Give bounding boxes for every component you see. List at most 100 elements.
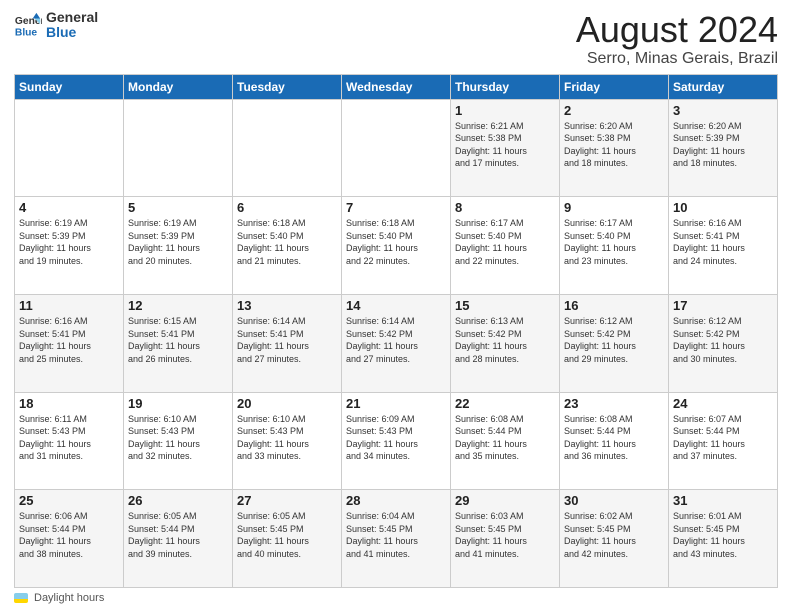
calendar-subtitle: Serro, Minas Gerais, Brazil — [576, 50, 778, 68]
calendar-cell: 25 Sunrise: 6:06 AM Sunset: 5:44 PM Dayli… — [15, 490, 124, 588]
day-info: Sunrise: 6:05 AM Sunset: 5:45 PM Dayligh… — [237, 510, 337, 560]
day-info: Sunrise: 6:02 AM Sunset: 5:45 PM Dayligh… — [564, 510, 664, 560]
day-number: 10 — [673, 200, 773, 215]
day-info: Sunrise: 6:01 AM Sunset: 5:45 PM Dayligh… — [673, 510, 773, 560]
calendar-cell: 5 Sunrise: 6:19 AM Sunset: 5:39 PM Daylig… — [124, 197, 233, 295]
day-info: Sunrise: 6:16 AM Sunset: 5:41 PM Dayligh… — [19, 315, 119, 365]
calendar-cell: 31Sunrise: 6:01 AM Sunset: 5:45 PM Dayli… — [669, 490, 778, 588]
calendar-cell: 14Sunrise: 6:14 AM Sunset: 5:42 PM Dayli… — [342, 294, 451, 392]
day-info: Sunrise: 6:08 AM Sunset: 5:44 PM Dayligh… — [564, 413, 664, 463]
day-info: Sunrise: 6:18 AM Sunset: 5:40 PM Dayligh… — [237, 217, 337, 267]
day-number: 29 — [455, 493, 555, 508]
calendar-cell: 7 Sunrise: 6:18 AM Sunset: 5:40 PM Daylig… — [342, 197, 451, 295]
day-info: Sunrise: 6:10 AM Sunset: 5:43 PM Dayligh… — [128, 413, 228, 463]
day-number: 13 — [237, 298, 337, 313]
day-number: 26 — [128, 493, 228, 508]
title-block: August 2024 Serro, Minas Gerais, Brazil — [576, 10, 778, 68]
calendar-cell — [15, 99, 124, 197]
day-number: 16 — [564, 298, 664, 313]
day-number: 11 — [19, 298, 119, 313]
calendar-cell: 13 Sunrise: 6:14 AM Sunset: 5:41 PM Dayli… — [233, 294, 342, 392]
calendar-table: SundayMondayTuesdayWednesdayThursdayFrid… — [14, 74, 778, 588]
day-info: Sunrise: 6:20 AM Sunset: 5:38 PM Dayligh… — [564, 120, 664, 170]
day-number: 27 — [237, 493, 337, 508]
page: General Blue General Blue August 2024 Se… — [0, 0, 792, 612]
day-info: Sunrise: 6:05 AM Sunset: 5:44 PM Dayligh… — [128, 510, 228, 560]
calendar-cell: 27 Sunrise: 6:05 AM Sunset: 5:45 PM Dayli… — [233, 490, 342, 588]
day-info: Sunrise: 6:09 AM Sunset: 5:43 PM Dayligh… — [346, 413, 446, 463]
day-number: 25 — [19, 493, 119, 508]
calendar-cell: 29 Sunrise: 6:03 AM Sunset: 5:45 PM Dayli… — [451, 490, 560, 588]
calendar-cell: 23 Sunrise: 6:08 AM Sunset: 5:44 PM Dayli… — [560, 392, 669, 490]
day-info: Sunrise: 6:07 AM Sunset: 5:44 PM Dayligh… — [673, 413, 773, 463]
day-number: 22 — [455, 396, 555, 411]
day-number: 12 — [128, 298, 228, 313]
logo-icon: General Blue — [14, 11, 42, 39]
calendar-cell: 9Sunrise: 6:17 AM Sunset: 5:40 PM Daylig… — [560, 197, 669, 295]
day-number: 6 — [237, 200, 337, 215]
day-number: 17 — [673, 298, 773, 313]
calendar-title: August 2024 — [576, 10, 778, 50]
day-number: 1 — [455, 103, 555, 118]
calendar-cell: 4 Sunrise: 6:19 AM Sunset: 5:39 PM Daylig… — [15, 197, 124, 295]
day-info: Sunrise: 6:20 AM Sunset: 5:39 PM Dayligh… — [673, 120, 773, 170]
calendar-cell: 28Sunrise: 6:04 AM Sunset: 5:45 PM Dayli… — [342, 490, 451, 588]
day-number: 4 — [19, 200, 119, 215]
day-info: Sunrise: 6:14 AM Sunset: 5:42 PM Dayligh… — [346, 315, 446, 365]
logo-text-general: General — [46, 10, 98, 25]
day-header-saturday: Saturday — [669, 74, 778, 99]
calendar-cell: 20Sunrise: 6:10 AM Sunset: 5:43 PM Dayli… — [233, 392, 342, 490]
daylight-icon — [14, 593, 28, 603]
day-number: 9 — [564, 200, 664, 215]
calendar-cell: 24 Sunrise: 6:07 AM Sunset: 5:44 PM Dayli… — [669, 392, 778, 490]
day-header-sunday: Sunday — [15, 74, 124, 99]
calendar-cell: 2 Sunrise: 6:20 AM Sunset: 5:38 PM Daylig… — [560, 99, 669, 197]
day-info: Sunrise: 6:21 AM Sunset: 5:38 PM Dayligh… — [455, 120, 555, 170]
calendar-cell: 10Sunrise: 6:16 AM Sunset: 5:41 PM Dayli… — [669, 197, 778, 295]
day-number: 2 — [564, 103, 664, 118]
day-info: Sunrise: 6:03 AM Sunset: 5:45 PM Dayligh… — [455, 510, 555, 560]
calendar-cell: 1 Sunrise: 6:21 AM Sunset: 5:38 PM Daylig… — [451, 99, 560, 197]
day-info: Sunrise: 6:12 AM Sunset: 5:42 PM Dayligh… — [673, 315, 773, 365]
calendar-cell — [233, 99, 342, 197]
day-info: Sunrise: 6:13 AM Sunset: 5:42 PM Dayligh… — [455, 315, 555, 365]
calendar-cell: 3 Sunrise: 6:20 AM Sunset: 5:39 PM Daylig… — [669, 99, 778, 197]
day-header-tuesday: Tuesday — [233, 74, 342, 99]
calendar-cell: 15Sunrise: 6:13 AM Sunset: 5:42 PM Dayli… — [451, 294, 560, 392]
logo: General Blue General Blue — [14, 10, 98, 41]
calendar-header-row: SundayMondayTuesdayWednesdayThursdayFrid… — [15, 74, 778, 99]
day-number: 18 — [19, 396, 119, 411]
day-info: Sunrise: 6:14 AM Sunset: 5:41 PM Dayligh… — [237, 315, 337, 365]
day-number: 21 — [346, 396, 446, 411]
calendar-cell: 12 Sunrise: 6:15 AM Sunset: 5:41 PM Dayli… — [124, 294, 233, 392]
footer: Daylight hours — [14, 592, 778, 604]
day-info: Sunrise: 6:11 AM Sunset: 5:43 PM Dayligh… — [19, 413, 119, 463]
day-info: Sunrise: 6:18 AM Sunset: 5:40 PM Dayligh… — [346, 217, 446, 267]
calendar-cell: 16Sunrise: 6:12 AM Sunset: 5:42 PM Dayli… — [560, 294, 669, 392]
calendar-cell: 17 Sunrise: 6:12 AM Sunset: 5:42 PM Dayli… — [669, 294, 778, 392]
day-info: Sunrise: 6:08 AM Sunset: 5:44 PM Dayligh… — [455, 413, 555, 463]
day-info: Sunrise: 6:10 AM Sunset: 5:43 PM Dayligh… — [237, 413, 337, 463]
day-header-wednesday: Wednesday — [342, 74, 451, 99]
footer-label: Daylight hours — [34, 592, 104, 604]
calendar-cell — [342, 99, 451, 197]
day-info: Sunrise: 6:15 AM Sunset: 5:41 PM Dayligh… — [128, 315, 228, 365]
day-number: 3 — [673, 103, 773, 118]
day-info: Sunrise: 6:04 AM Sunset: 5:45 PM Dayligh… — [346, 510, 446, 560]
calendar-cell: 30Sunrise: 6:02 AM Sunset: 5:45 PM Dayli… — [560, 490, 669, 588]
logo-text-blue: Blue — [46, 25, 98, 40]
svg-text:Blue: Blue — [15, 28, 38, 39]
day-number: 19 — [128, 396, 228, 411]
day-info: Sunrise: 6:19 AM Sunset: 5:39 PM Dayligh… — [19, 217, 119, 267]
day-header-friday: Friday — [560, 74, 669, 99]
day-info: Sunrise: 6:19 AM Sunset: 5:39 PM Dayligh… — [128, 217, 228, 267]
day-header-monday: Monday — [124, 74, 233, 99]
calendar-week-row: 18 Sunrise: 6:11 AM Sunset: 5:43 PM Dayli… — [15, 392, 778, 490]
day-number: 5 — [128, 200, 228, 215]
day-number: 24 — [673, 396, 773, 411]
calendar-cell: 26 Sunrise: 6:05 AM Sunset: 5:44 PM Dayli… — [124, 490, 233, 588]
day-number: 7 — [346, 200, 446, 215]
calendar-cell: 11 Sunrise: 6:16 AM Sunset: 5:41 PM Dayli… — [15, 294, 124, 392]
day-number: 23 — [564, 396, 664, 411]
day-info: Sunrise: 6:06 AM Sunset: 5:44 PM Dayligh… — [19, 510, 119, 560]
